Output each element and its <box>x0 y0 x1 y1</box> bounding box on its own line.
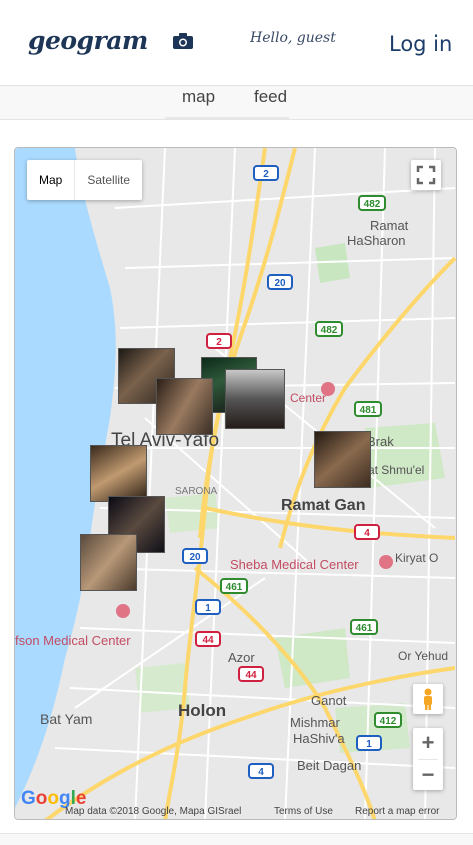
road-shield: 412 <box>380 716 397 727</box>
place-label: Holon <box>178 701 226 720</box>
place-label: Kiryat O <box>395 551 438 565</box>
road-shield: 4 <box>364 528 370 539</box>
login-link[interactable]: Log in <box>389 32 452 56</box>
photo-marker[interactable] <box>90 445 147 502</box>
road-shield: 481 <box>360 405 377 416</box>
map-type-toggle: Map Satellite <box>27 160 143 200</box>
bottom-bar <box>0 833 473 845</box>
hospital-pin-icon[interactable] <box>116 604 130 618</box>
tab-indicator <box>165 117 289 119</box>
poi-label: Sheba Medical Center <box>230 557 359 572</box>
app-header: geogram Hello, guest Log in <box>0 0 473 86</box>
fullscreen-button[interactable] <box>411 160 441 190</box>
street-view-button[interactable] <box>413 684 443 714</box>
pegman-icon <box>424 688 432 710</box>
map-data-text: Map data ©2018 Google, Mapa GISrael <box>65 806 242 817</box>
map-canvas[interactable]: 2 482 20 482 2 481 4 20 461 1 44 461 44 <box>15 148 457 820</box>
report-error-link[interactable]: Report a map error <box>355 806 439 817</box>
road-shield: 1 <box>366 739 372 750</box>
zoom-out-button[interactable]: − <box>413 760 443 791</box>
tab-map[interactable]: map <box>182 87 215 107</box>
road-shield: 4 <box>258 767 264 778</box>
place-label: Mishmar <box>290 715 341 730</box>
hospital-pin-icon[interactable] <box>379 555 393 569</box>
fullscreen-icon <box>416 165 436 185</box>
place-label: Ramat <box>370 218 409 233</box>
tab-feed[interactable]: feed <box>254 87 287 107</box>
place-label: Beit Dagan <box>297 758 361 773</box>
zoom-in-button[interactable]: + <box>413 728 443 759</box>
road-shield: 2 <box>216 337 222 348</box>
place-label: SARONA <box>175 486 218 497</box>
map-type-map-button[interactable]: Map <box>27 160 76 200</box>
poi-label: fson Medical Center <box>15 633 131 648</box>
road-shield: 1 <box>205 603 211 614</box>
terms-link[interactable]: Terms of Use <box>274 806 333 817</box>
place-label: Azor <box>228 650 255 665</box>
road-shield: 461 <box>356 623 373 634</box>
road-shield: 482 <box>364 199 381 210</box>
zoom-control: + − <box>413 728 443 790</box>
place-label: Or Yehud <box>398 649 448 663</box>
road-shield: 44 <box>202 635 214 646</box>
road-shield: 2 <box>263 169 269 180</box>
nav-tabs: map feed <box>0 86 473 120</box>
place-label: HaShiv'a <box>293 731 345 746</box>
photo-marker[interactable] <box>156 378 213 435</box>
photo-marker[interactable] <box>225 369 285 429</box>
map-view[interactable]: 2 482 20 482 2 481 4 20 461 1 44 461 44 <box>14 147 457 820</box>
greeting-text: Hello, guest <box>250 30 336 46</box>
place-label: Ganot <box>311 693 347 708</box>
place-label: Bat Yam <box>40 711 92 727</box>
place-label: HaSharon <box>347 233 406 248</box>
road-shield: 20 <box>189 552 201 563</box>
camera-icon[interactable] <box>173 33 193 49</box>
road-shield: 461 <box>226 582 243 593</box>
place-label: Ramat Gan <box>281 497 365 514</box>
hospital-pin-icon[interactable] <box>321 382 335 396</box>
photo-marker[interactable] <box>314 431 371 488</box>
app-logo[interactable]: geogram <box>28 26 148 55</box>
poi-label: Center <box>290 391 326 405</box>
photo-marker[interactable] <box>80 534 137 591</box>
road-shield: 482 <box>321 325 338 336</box>
road-shield: 44 <box>245 670 257 681</box>
map-type-satellite-button[interactable]: Satellite <box>75 160 142 200</box>
map-attribution: Map data ©2018 Google, Mapa GISrael Term… <box>15 803 456 819</box>
place-label: Brak <box>367 434 394 449</box>
road-shield: 20 <box>274 278 286 289</box>
